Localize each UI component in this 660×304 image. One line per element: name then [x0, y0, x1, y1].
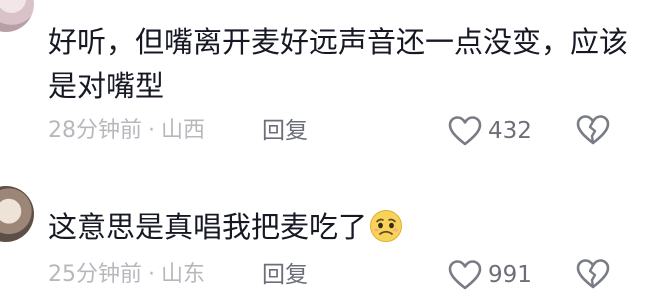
reply-button[interactable]: 回复	[262, 261, 308, 289]
comment-location: 山东	[161, 262, 206, 287]
heart-outline-icon	[448, 259, 482, 291]
broken-heart-icon	[576, 258, 610, 290]
comment-text: 这意思是真唱我把麦吃了	[48, 205, 628, 249]
comment-meta: 25分钟前 · 山东	[48, 261, 205, 289]
comment-time: 25分钟前	[48, 262, 142, 287]
like-button[interactable]: 991	[448, 257, 532, 293]
comment-text-content: 这意思是真唱我把麦吃了	[48, 210, 368, 244]
dislike-button[interactable]	[576, 258, 610, 292]
comment-item: 这意思是真唱我把麦吃了 25分钟前 · 山东 回复 991	[0, 0, 660, 304]
meta-separator: ·	[148, 262, 155, 287]
user-avatar[interactable]	[0, 186, 34, 242]
like-count: 991	[488, 262, 532, 288]
anxious-face-emoji	[369, 209, 403, 243]
